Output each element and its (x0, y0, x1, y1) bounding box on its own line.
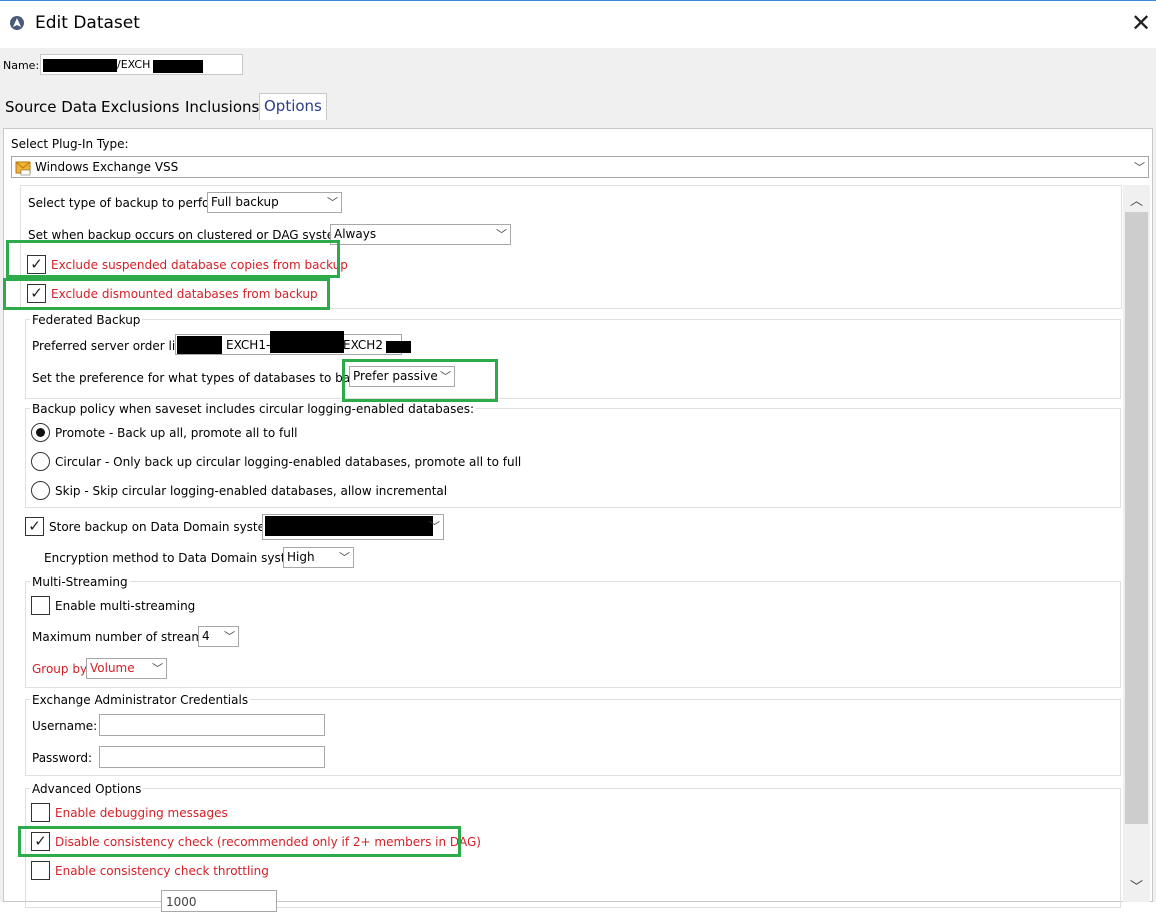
password-input[interactable] (99, 746, 325, 768)
name-value: /EXCH (117, 58, 151, 71)
advanced-title: Advanced Options (30, 782, 144, 796)
backup-type-select[interactable]: Full backup ﹀ (207, 192, 342, 213)
title-bar (0, 0, 1156, 49)
max-streams-label: Maximum number of streams (32, 630, 210, 644)
encryption-select[interactable]: High ﹀ (283, 547, 354, 568)
redaction (270, 331, 344, 353)
max-streams-select[interactable]: 4 ﹀ (198, 626, 239, 647)
clustered-value: Always (334, 227, 377, 241)
chevron-down-icon: ﹀ (339, 551, 350, 564)
circular-title: Backup policy when saveset includes circ… (30, 402, 477, 416)
chevron-down-icon: ﹀ (1134, 161, 1145, 174)
throttle-checkbox[interactable] (31, 861, 50, 880)
throttle-value-input[interactable]: 1000 (161, 890, 277, 912)
tab-exclusions[interactable]: Exclusions (97, 95, 184, 120)
debug-checkbox[interactable] (31, 803, 50, 822)
scroll-down-icon[interactable]: ﹀ (1126, 876, 1147, 895)
credentials-title: Exchange Administrator Credentials (30, 693, 251, 707)
tab-inclusions[interactable]: Inclusions (181, 95, 263, 120)
backup-type-value: Full backup (211, 195, 279, 209)
circular-radio[interactable] (31, 452, 50, 471)
server-order-input[interactable]: EXCH1- EXCH2 (175, 331, 411, 355)
encryption-value: High (287, 550, 315, 564)
data-domain-checkbox[interactable]: ✓ (25, 517, 44, 536)
redaction (265, 516, 433, 536)
chevron-down-icon: ﹀ (152, 662, 163, 675)
vss-icon (15, 161, 31, 176)
tab-options[interactable]: Options (259, 93, 327, 120)
name-label: Name: (3, 59, 40, 72)
debug-label: Enable debugging messages (55, 806, 228, 820)
federated-group (25, 319, 1121, 399)
tab-source-data[interactable]: Source Data (1, 95, 101, 120)
circular-label: Circular - Only back up circular logging… (55, 455, 522, 469)
federated-title: Federated Backup (30, 313, 143, 327)
group-by-value: Volume (90, 661, 135, 675)
multistream-checkbox[interactable] (31, 596, 50, 615)
password-label: Password: (32, 751, 93, 765)
skip-label: Skip - Skip circular logging-enabled dat… (55, 484, 448, 498)
username-label: Username: (32, 719, 98, 733)
server-part2: EXCH2 (343, 338, 383, 352)
plugin-label: Select Plug-In Type: (11, 137, 129, 151)
multistream-title: Multi-Streaming (30, 575, 130, 589)
group-by-select[interactable]: Volume ﹀ (86, 658, 167, 679)
window-title: Edit Dataset (35, 13, 140, 33)
backup-type-label: Select type of backup to perform (28, 196, 226, 210)
scrollbar-thumb[interactable] (1125, 212, 1148, 824)
chevron-down-icon: ﹀ (327, 196, 338, 209)
app-icon (10, 16, 24, 30)
data-domain-select[interactable]: ﹀ (262, 514, 444, 540)
group-by-label: Group by (32, 662, 88, 676)
close-icon[interactable]: ✕ (1128, 10, 1154, 36)
redaction (177, 336, 222, 354)
highlight-box (18, 826, 461, 857)
name-input[interactable]: /EXCH (40, 54, 243, 75)
redaction (153, 60, 203, 73)
scroll-up-icon[interactable]: ︿ (1126, 190, 1147, 209)
multistream-label: Enable multi-streaming (55, 599, 196, 613)
plugin-value: Windows Exchange VSS (35, 160, 179, 174)
data-domain-label: Store backup on Data Domain system (49, 520, 277, 534)
clustered-select[interactable]: Always ﹀ (330, 224, 511, 245)
highlight-box (342, 359, 498, 402)
chevron-down-icon: ﹀ (496, 228, 507, 241)
preference-label: Set the preference for what types of dat… (32, 371, 383, 385)
max-streams-value: 4 (202, 629, 210, 643)
promote-label: Promote - Back up all, promote all to fu… (55, 426, 298, 440)
encryption-label: Encryption method to Data Domain system (44, 551, 305, 565)
throttle-value: 1000 (166, 895, 197, 909)
plugin-select[interactable]: Windows Exchange VSS ﹀ (11, 156, 1149, 178)
username-input[interactable] (99, 714, 325, 736)
server-part1: EXCH1- (226, 338, 271, 352)
highlight-box (6, 240, 340, 278)
promote-radio[interactable] (31, 423, 50, 442)
server-order-label: Preferred server order list (32, 339, 187, 353)
redaction (386, 341, 411, 353)
chevron-down-icon: ﹀ (224, 630, 235, 643)
throttle-label: Enable consistency check throttling (55, 864, 269, 878)
chevron-down-icon: ﹀ (429, 520, 440, 533)
redaction (43, 59, 117, 72)
skip-radio[interactable] (31, 481, 50, 500)
highlight-box (3, 278, 330, 310)
tab-bar: Source Data Exclusions Inclusions Option… (0, 93, 340, 120)
